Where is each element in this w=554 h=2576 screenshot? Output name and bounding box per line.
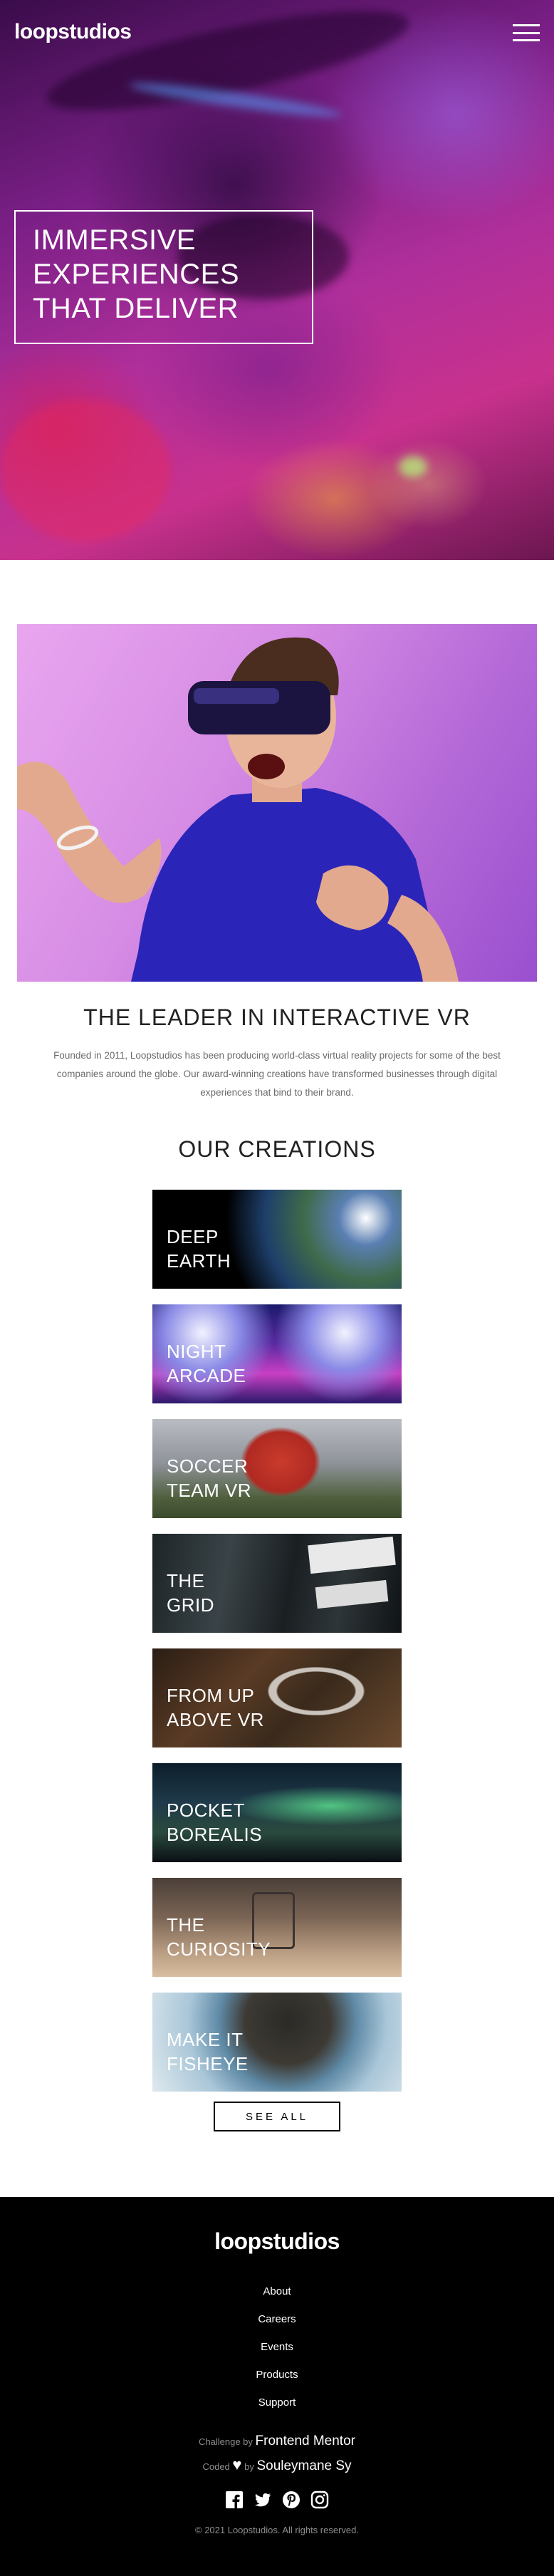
creation-card-make-it-fisheye[interactable]: MAKE IT FISHEYE bbox=[152, 1993, 402, 2092]
intro-heading: THE LEADER IN INTERACTIVE VR bbox=[83, 1004, 471, 1030]
creation-card-title: THE GRID bbox=[167, 1570, 214, 1616]
social-links bbox=[0, 2491, 554, 2509]
hamburger-menu-icon[interactable] bbox=[513, 24, 540, 41]
twitter-icon[interactable] bbox=[254, 2491, 272, 2509]
hamburger-bar bbox=[513, 31, 540, 34]
footer-link-about[interactable]: About bbox=[263, 2285, 291, 2297]
coded-prefix: Coded bbox=[202, 2461, 230, 2472]
hero-light-spot bbox=[399, 456, 427, 477]
creation-card-title: NIGHT ARCADE bbox=[167, 1341, 246, 1386]
creation-card-title: POCKET BOREALIS bbox=[167, 1799, 263, 1845]
instagram-icon[interactable] bbox=[310, 2491, 329, 2509]
heart-icon: ♥ bbox=[232, 2456, 242, 2473]
creation-card-the-curiosity[interactable]: THE CURIOSITY bbox=[152, 1878, 402, 1977]
hero-title-box: IMMERSIVE EXPERIENCES THAT DELIVER bbox=[14, 210, 313, 344]
interactive-section: THE LEADER IN INTERACTIVE VR Founded in … bbox=[0, 560, 554, 1102]
intro-paragraph: Founded in 2011, Loopstudios has been pr… bbox=[53, 1050, 501, 1098]
footer-link-careers[interactable]: Careers bbox=[258, 2313, 296, 2325]
mouth-shape bbox=[248, 754, 285, 779]
creation-card-soccer-team[interactable]: SOCCER TEAM VR bbox=[152, 1419, 402, 1518]
site-header: loopstudios bbox=[0, 0, 554, 68]
creation-card-the-grid[interactable]: THE GRID bbox=[152, 1534, 402, 1633]
pinterest-icon[interactable] bbox=[282, 2491, 300, 2509]
coded-credit: Coded ♥ by Souleymane Sy bbox=[0, 2453, 554, 2479]
left-arm-shape bbox=[17, 762, 162, 903]
footer-nav-item: Support bbox=[0, 2389, 554, 2416]
footer-link-products[interactable]: Products bbox=[256, 2369, 298, 2381]
vr-headset-highlight bbox=[194, 688, 279, 704]
creation-card-title: DEEP EARTH bbox=[167, 1226, 231, 1272]
hero-section: loopstudios IMMERSIVE EXPERIENCES THAT D… bbox=[0, 0, 554, 560]
hamburger-bar bbox=[513, 39, 540, 41]
creation-card-title: THE CURIOSITY bbox=[167, 1914, 271, 1960]
vr-man-illustration bbox=[17, 637, 459, 982]
frontend-mentor-link[interactable]: Frontend Mentor bbox=[256, 2434, 355, 2448]
footer-nav: About Careers Events Products Support bbox=[0, 2278, 554, 2416]
hamburger-bar bbox=[513, 24, 540, 26]
creations-heading: OUR CREATIONS bbox=[178, 1136, 376, 1162]
footer-logo[interactable]: loopstudios bbox=[0, 2228, 554, 2255]
footer-link-support[interactable]: Support bbox=[258, 2396, 296, 2409]
footer-link-events[interactable]: Events bbox=[261, 2341, 293, 2353]
attribution: Challenge by Frontend Mentor Coded ♥ by … bbox=[0, 2429, 554, 2479]
hero-title: IMMERSIVE EXPERIENCES THAT DELIVER bbox=[33, 224, 240, 324]
see-all-button[interactable]: SEE ALL bbox=[214, 2102, 340, 2131]
coded-by: by bbox=[244, 2461, 254, 2472]
vr-headset-man-image bbox=[17, 624, 537, 982]
racing-car-livery-decoration bbox=[308, 1536, 396, 1574]
hero-glow-decoration bbox=[0, 399, 171, 541]
creations-list: DEEP EARTH NIGHT ARCADE SOCCER TEAM VR T… bbox=[0, 1190, 554, 2092]
creation-card-title: SOCCER TEAM VR bbox=[167, 1455, 252, 1501]
racing-car-livery-decoration bbox=[315, 1579, 389, 1609]
copyright-text: © 2021 Loopstudios. All rights reserved. bbox=[195, 2525, 359, 2535]
site-footer: loopstudios About Careers Events Product… bbox=[0, 2197, 554, 2576]
creation-card-deep-earth[interactable]: DEEP EARTH bbox=[152, 1190, 402, 1289]
creation-card-pocket-borealis[interactable]: POCKET BOREALIS bbox=[152, 1763, 402, 1862]
creations-section: OUR CREATIONS DEEP EARTH NIGHT ARCADE SO… bbox=[0, 1102, 554, 2131]
challenge-prefix: Challenge by bbox=[199, 2436, 253, 2447]
site-logo[interactable]: loopstudios bbox=[14, 20, 132, 44]
challenge-credit: Challenge by Frontend Mentor bbox=[0, 2429, 554, 2454]
author-link[interactable]: Souleymane Sy bbox=[256, 2458, 351, 2473]
shirt-shape bbox=[131, 788, 444, 982]
facebook-icon[interactable] bbox=[225, 2491, 244, 2509]
footer-nav-item: Products bbox=[0, 2361, 554, 2389]
footer-nav-item: Careers bbox=[0, 2305, 554, 2333]
creation-card-title: FROM UP ABOVE VR bbox=[167, 1685, 264, 1730]
footer-nav-item: Events bbox=[0, 2333, 554, 2361]
creation-card-from-up-above[interactable]: FROM UP ABOVE VR bbox=[152, 1648, 402, 1747]
footer-nav-item: About bbox=[0, 2278, 554, 2305]
creation-card-title: MAKE IT FISHEYE bbox=[167, 2029, 249, 2074]
creation-card-night-arcade[interactable]: NIGHT ARCADE bbox=[152, 1304, 402, 1403]
